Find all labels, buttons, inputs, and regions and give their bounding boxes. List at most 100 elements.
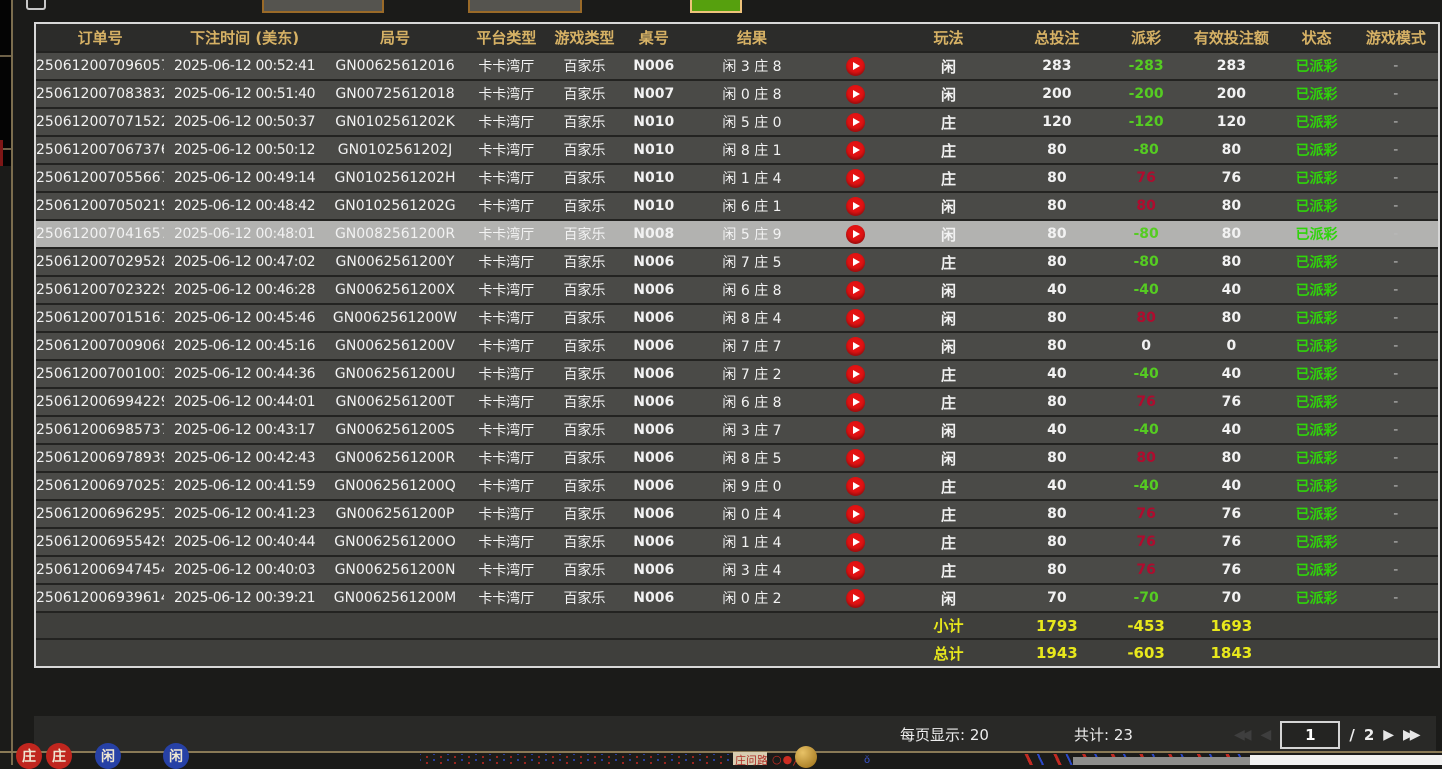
cell-status: 已派彩: [1279, 52, 1353, 80]
cell-valid-bet: 120: [1183, 108, 1279, 136]
cell-valid-bet: 200: [1183, 80, 1279, 108]
window-icon[interactable]: [26, 0, 46, 10]
table-row[interactable]: 2506120069629512025-06-12 00:41:23GN0062…: [36, 500, 1438, 528]
last-page-icon[interactable]: ▶▶: [1403, 722, 1421, 748]
cell-game-mode: -: [1354, 584, 1438, 612]
cell-video: [818, 80, 892, 108]
next-page-icon[interactable]: ▶: [1383, 722, 1394, 748]
cell-game-mode: -: [1354, 108, 1438, 136]
cell-game-type: 百家乐: [547, 500, 621, 528]
cell-video: [818, 52, 892, 80]
cell-result: 闲 1 庄 4: [686, 164, 818, 192]
cell-result: 闲 6 庄 8: [686, 276, 818, 304]
play-video-icon[interactable]: [846, 113, 865, 132]
per-page-label: 每页显示: 20: [900, 724, 989, 745]
play-video-icon[interactable]: [846, 533, 865, 552]
play-video-icon[interactable]: [846, 253, 865, 272]
table-row[interactable]: 2506120069942292025-06-12 00:44:01GN0062…: [36, 388, 1438, 416]
cell-order: 250612006962951: [36, 500, 164, 528]
cell-game-type: 百家乐: [547, 248, 621, 276]
table-row[interactable]: 2506120070010032025-06-12 00:44:36GN0062…: [36, 360, 1438, 388]
cell-bet-time: 2025-06-12 00:44:01: [164, 388, 324, 416]
table-row[interactable]: 2506120069702532025-06-12 00:41:59GN0062…: [36, 472, 1438, 500]
cell-payout: -283: [1109, 52, 1183, 80]
search-button[interactable]: [690, 0, 742, 13]
play-video-icon[interactable]: [846, 449, 865, 468]
cell-method: 庄: [892, 108, 1004, 136]
cell-game-mode: -: [1354, 500, 1438, 528]
table-row[interactable]: 2506120069554292025-06-12 00:40:44GN0062…: [36, 528, 1438, 556]
play-video-icon[interactable]: [846, 85, 865, 104]
cell-total-bet: 283: [1005, 52, 1109, 80]
table-row[interactable]: 2506120070715222025-06-12 00:50:37GN0102…: [36, 108, 1438, 136]
first-page-icon[interactable]: ◀◀: [1234, 722, 1252, 748]
play-video-icon[interactable]: [846, 309, 865, 328]
table-row[interactable]: 2506120069396142025-06-12 00:39:21GN0062…: [36, 584, 1438, 612]
table-row[interactable]: 2506120070416572025-06-12 00:48:01GN0082…: [36, 220, 1438, 248]
cell-status: 已派彩: [1279, 136, 1353, 164]
cell-platform: 卡卡湾厅: [465, 276, 547, 304]
cell-payout: -40: [1109, 416, 1183, 444]
cell-bet-time: 2025-06-12 00:46:28: [164, 276, 324, 304]
cell-valid-bet: 80: [1183, 304, 1279, 332]
cell-game-type: 百家乐: [547, 304, 621, 332]
cell-status: 已派彩: [1279, 444, 1353, 472]
col-header-status: 状态: [1279, 24, 1353, 52]
cell-video: [818, 108, 892, 136]
play-video-icon[interactable]: [846, 589, 865, 608]
table-row[interactable]: 2506120070838322025-06-12 00:51:40GN0072…: [36, 80, 1438, 108]
page-number-input[interactable]: [1280, 721, 1340, 749]
play-video-icon[interactable]: [846, 225, 865, 244]
play-video-icon[interactable]: [846, 57, 865, 76]
cell-result: 闲 3 庄 4: [686, 556, 818, 584]
table-row[interactable]: 2506120070960572025-06-12 00:52:41GN0062…: [36, 52, 1438, 80]
col-header-bet-time: 下注时间 (美东): [164, 24, 324, 52]
cell-video: [818, 164, 892, 192]
play-video-icon[interactable]: [846, 337, 865, 356]
cell-round-id: GN0102561202K: [325, 108, 465, 136]
filter-dropdown-left[interactable]: [262, 0, 384, 13]
table-row[interactable]: 2506120069474542025-06-12 00:40:03GN0062…: [36, 556, 1438, 584]
table-row[interactable]: 2506120070502192025-06-12 00:48:42GN0102…: [36, 192, 1438, 220]
play-video-icon[interactable]: [846, 561, 865, 580]
filter-dropdown-right[interactable]: [468, 0, 582, 13]
cell-valid-bet: 283: [1183, 52, 1279, 80]
col-header-valid-bet: 有效投注额: [1183, 24, 1279, 52]
cell-game-type: 百家乐: [547, 472, 621, 500]
play-video-icon[interactable]: [846, 421, 865, 440]
prev-page-icon[interactable]: ◀: [1261, 722, 1272, 748]
cell-total-bet: 40: [1005, 416, 1109, 444]
cell-method: 闲: [892, 52, 1004, 80]
cell-table-no: N010: [622, 108, 686, 136]
col-header-method: 玩法: [892, 24, 1004, 52]
cell-round-id: GN0062561200W: [325, 304, 465, 332]
play-video-icon[interactable]: [846, 197, 865, 216]
table-row[interactable]: 2506120070232292025-06-12 00:46:28GN0062…: [36, 276, 1438, 304]
play-video-icon[interactable]: [846, 365, 865, 384]
table-row[interactable]: 2506120070295282025-06-12 00:47:02GN0062…: [36, 248, 1438, 276]
cell-order: 250612006994229: [36, 388, 164, 416]
play-video-icon[interactable]: [846, 393, 865, 412]
cell-round-id: GN00625612016: [325, 52, 465, 80]
cell-result: 闲 5 庄 0: [686, 108, 818, 136]
play-video-icon[interactable]: [846, 477, 865, 496]
table-row[interactable]: 2506120070556672025-06-12 00:49:14GN0102…: [36, 164, 1438, 192]
cell-platform: 卡卡湾厅: [465, 52, 547, 80]
cell-order: 250612006978939: [36, 444, 164, 472]
cell-total-bet: 80: [1005, 164, 1109, 192]
play-video-icon[interactable]: [846, 141, 865, 160]
cell-platform: 卡卡湾厅: [465, 528, 547, 556]
cell-round-id: GN00725612018: [325, 80, 465, 108]
cell-result: 闲 0 庄 2: [686, 584, 818, 612]
table-row[interactable]: 2506120070673762025-06-12 00:50:12GN0102…: [36, 136, 1438, 164]
cell-order: 250612006970253: [36, 472, 164, 500]
table-row[interactable]: 2506120070151612025-06-12 00:45:46GN0062…: [36, 304, 1438, 332]
play-video-icon[interactable]: [846, 281, 865, 300]
play-video-icon[interactable]: [846, 169, 865, 188]
cell-order: 250612007023229: [36, 276, 164, 304]
cell-table-no: N010: [622, 136, 686, 164]
table-row[interactable]: 2506120069857372025-06-12 00:43:17GN0062…: [36, 416, 1438, 444]
table-row[interactable]: 2506120070090682025-06-12 00:45:16GN0062…: [36, 332, 1438, 360]
table-row[interactable]: 2506120069789392025-06-12 00:42:43GN0062…: [36, 444, 1438, 472]
play-video-icon[interactable]: [846, 505, 865, 524]
